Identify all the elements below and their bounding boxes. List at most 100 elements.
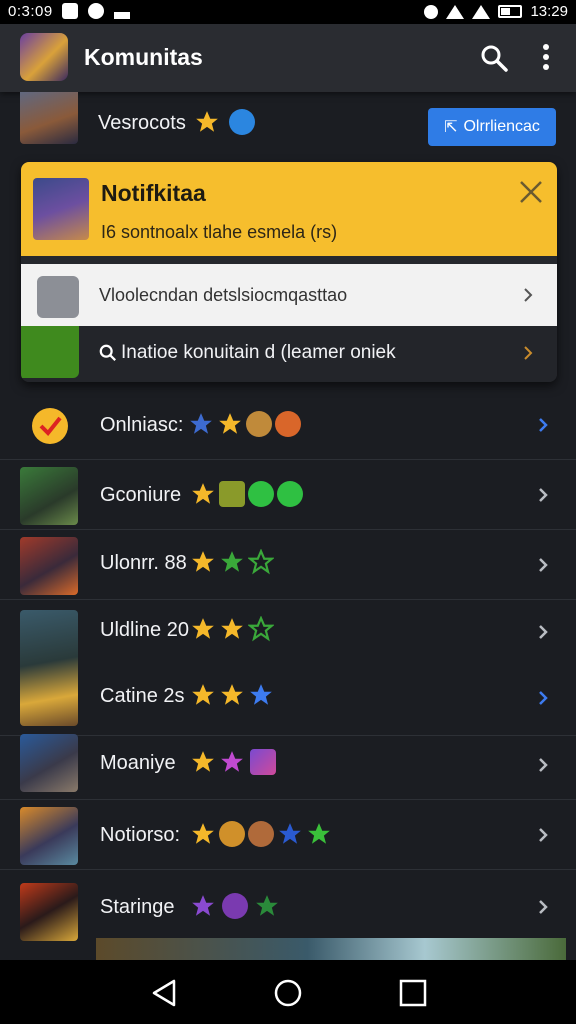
- badge-group: [190, 549, 274, 575]
- notification-icon: [88, 3, 104, 19]
- star-icon: [192, 483, 214, 504]
- status-bar: 0:3:09 13:29: [0, 0, 576, 24]
- star-icon: [308, 823, 330, 844]
- status-right: 13:29: [424, 3, 568, 20]
- recents-icon[interactable]: [398, 978, 428, 1008]
- star-icon: [221, 551, 243, 572]
- star-icon: [250, 684, 272, 705]
- star-icon: [192, 618, 214, 639]
- star-icon: [221, 684, 243, 705]
- list-item[interactable]: Catine 2s: [0, 668, 576, 736]
- emblem-icon: [246, 411, 272, 437]
- list-item[interactable]: Uldline 20: [0, 602, 576, 726]
- list-item-label: Uldline 20: [100, 619, 189, 641]
- emblem-icon: [219, 481, 245, 507]
- open-button[interactable]: ⇱ Olrrliencac: [428, 108, 556, 146]
- list-item[interactable]: Vesrocots ⇱ Olrrliencac: [0, 92, 576, 154]
- open-button-label: Olrrliencac: [463, 118, 540, 135]
- badge-group: [190, 749, 276, 775]
- close-icon[interactable]: [517, 178, 545, 206]
- arrow-icon: ⇱: [444, 119, 458, 136]
- status-time: 0:3:09: [8, 3, 53, 20]
- community-list: Vesrocots ⇱ Olrrliencac Notifkitaa I6 so…: [0, 92, 576, 960]
- game-thumbnail: [20, 734, 78, 792]
- list-item-label: Notiorso:: [100, 824, 181, 846]
- star-icon: [196, 111, 218, 132]
- notification-action-label: Vloolecndan detslsiocmqasttao: [99, 285, 348, 305]
- list-item[interactable]: Gconiure: [0, 462, 576, 530]
- emblem-icon: [248, 481, 274, 507]
- list-item-label: Onlniasc:: [100, 414, 184, 436]
- notification-search-item[interactable]: Inatioe konuitain d (leamer oniek: [21, 326, 557, 382]
- game-thumbnail: [20, 883, 78, 941]
- search-icon: [99, 344, 116, 361]
- list-item-label: Moaniye: [100, 752, 176, 774]
- list-item-label: Catine 2s: [100, 685, 185, 707]
- badge-group: [190, 616, 274, 642]
- game-thumbnail: [20, 537, 78, 595]
- star-icon: [221, 618, 243, 639]
- list-item[interactable]: Ulonrr. 88: [0, 532, 576, 600]
- list-item-label: Vesrocots: [98, 112, 186, 134]
- list-item-label: Staringe: [100, 896, 175, 918]
- back-icon[interactable]: [150, 978, 180, 1008]
- verified-icon: [229, 109, 255, 135]
- chevron-right-icon: [539, 691, 548, 705]
- star-icon: [248, 549, 274, 575]
- page-title: Komunitas: [84, 44, 203, 70]
- chevron-right-icon: [524, 346, 533, 360]
- home-icon[interactable]: [273, 978, 303, 1008]
- badge-group: [188, 411, 301, 437]
- more-vert-icon[interactable]: [536, 42, 556, 72]
- list-item[interactable]: Onlniasc:: [0, 392, 576, 460]
- system-nav-bar: [0, 960, 576, 1024]
- notification-avatar: [33, 178, 89, 240]
- star-icon: [192, 684, 214, 705]
- star-icon: [192, 551, 214, 572]
- star-icon: [256, 895, 278, 916]
- wifi-icon: [446, 4, 465, 19]
- search-icon[interactable]: [480, 44, 508, 72]
- chevron-right-icon: [524, 288, 533, 302]
- notification-action-item[interactable]: Vloolecndan detslsiocmqasttao: [21, 264, 557, 326]
- badge-group: [194, 109, 255, 135]
- app-avatar[interactable]: [20, 33, 68, 81]
- notification-search-label: Inatioe konuitain d (leamer oniek: [121, 342, 396, 363]
- notification-header[interactable]: Notifkitaa I6 sontnoalx tlahe esmela (rs…: [21, 162, 557, 256]
- chevron-right-icon: [539, 758, 548, 772]
- list-item-label: Gconiure: [100, 484, 182, 506]
- list-item-label: Ulonrr. 88: [100, 552, 187, 574]
- chevron-right-icon: [539, 418, 548, 432]
- list-item[interactable]: Moaniye: [0, 732, 576, 800]
- list-item[interactable]: Staringe: [0, 872, 576, 941]
- signal-icon: [472, 4, 491, 19]
- star-icon: [192, 751, 214, 772]
- group-icon: [21, 326, 79, 378]
- badge-group: [190, 821, 332, 847]
- chevron-right-icon: [539, 558, 548, 572]
- notification-subtitle: I6 sontnoalx tlahe esmela (rs): [101, 222, 338, 242]
- check-badge-icon: [32, 408, 68, 444]
- alarm-icon: [424, 4, 439, 19]
- chevron-right-icon: [539, 900, 548, 914]
- account-icon: [114, 3, 130, 19]
- list-item[interactable]: Notiorso:: [0, 802, 576, 870]
- emblem-icon: [219, 821, 245, 847]
- emblem-icon: [275, 411, 301, 437]
- star-icon: [192, 823, 214, 844]
- badge-group: [190, 682, 274, 708]
- chevron-right-icon: [539, 488, 548, 502]
- status-clock: 13:29: [530, 3, 568, 20]
- game-thumbnail: [20, 467, 78, 525]
- game-thumbnail: [20, 92, 78, 144]
- emblem-icon: [250, 749, 276, 775]
- emblem-icon: [222, 893, 248, 919]
- battery-icon: [498, 5, 523, 18]
- star-icon: [192, 895, 214, 916]
- chevron-right-icon: [539, 828, 548, 842]
- star-icon: [279, 823, 301, 844]
- badge-group: [190, 481, 303, 507]
- emblem-icon: [277, 481, 303, 507]
- badge-group: [190, 893, 280, 919]
- star-icon: [190, 413, 212, 434]
